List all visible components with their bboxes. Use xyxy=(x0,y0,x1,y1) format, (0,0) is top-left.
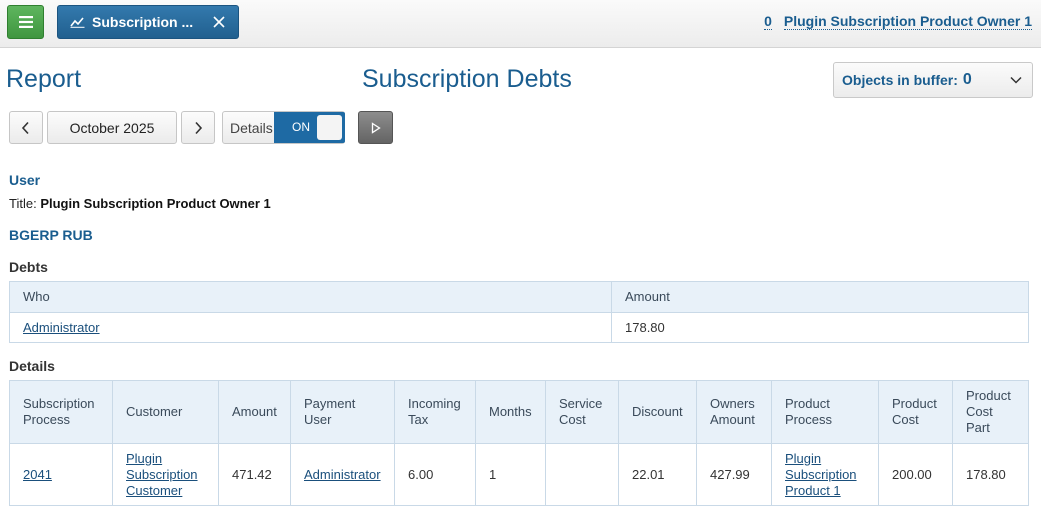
objects-buffer-dropdown[interactable]: Objects in buffer: 0 xyxy=(833,62,1033,98)
details-toggle-group: Details ON xyxy=(222,111,345,144)
title-value: Plugin Subscription Product Owner 1 xyxy=(40,196,271,211)
run-report-button[interactable] xyxy=(358,111,393,144)
column-header: Amount xyxy=(611,281,1029,313)
column-header: Amount xyxy=(218,380,291,444)
column-header: Who xyxy=(9,281,612,313)
amount-cell: 471.42 xyxy=(218,443,291,506)
toggle-knob xyxy=(317,115,342,140)
customer-cell: Plugin Subscription Customer xyxy=(112,443,219,506)
details-toggle[interactable]: ON xyxy=(274,112,345,143)
subscription-process-link[interactable]: 2041 xyxy=(23,467,52,482)
top-bar: Subscription ... 0 Plugin Subscription P… xyxy=(0,0,1041,48)
report-label: Report xyxy=(6,65,82,93)
months-cell: 1 xyxy=(475,443,546,506)
buffer-count: 0 xyxy=(962,71,972,88)
subscription-process-cell: 2041 xyxy=(9,443,113,506)
tab-subscription-debts[interactable]: Subscription ... xyxy=(57,5,239,39)
debts-table: Who Amount Administrator 178.80 xyxy=(9,281,1029,343)
column-header: Incoming Tax xyxy=(394,380,476,444)
table-row: Administrator 178.80 xyxy=(9,312,1029,343)
chevron-down-icon xyxy=(1010,76,1022,84)
close-icon[interactable] xyxy=(212,15,226,29)
currency-heading: BGERP RUB xyxy=(9,227,93,243)
current-user-link[interactable]: Plugin Subscription Product Owner 1 xyxy=(783,13,1032,30)
column-header: Customer xyxy=(112,380,219,444)
column-header: Product Process xyxy=(771,380,879,444)
payment-user-cell: Administrator xyxy=(290,443,395,506)
column-header: Product Cost xyxy=(878,380,953,444)
product-process-cell: Plugin Subscription Product 1 xyxy=(771,443,879,506)
hamburger-icon xyxy=(18,16,33,28)
chart-line-icon xyxy=(70,17,85,28)
next-month-button[interactable] xyxy=(181,111,215,144)
column-header: Subscription Process xyxy=(9,380,113,444)
previous-month-button[interactable] xyxy=(9,111,43,144)
buffer-label: Objects in buffer: xyxy=(842,72,958,88)
column-header: Months xyxy=(475,380,546,444)
toggle-state: ON xyxy=(292,120,310,134)
table-row: 2041 Plugin Subscription Customer 471.42… xyxy=(9,443,1029,506)
column-header: Owners Amount xyxy=(696,380,772,444)
top-right-user-area: 0 Plugin Subscription Product Owner 1 xyxy=(764,13,1032,30)
chevron-left-icon xyxy=(21,121,29,134)
column-header: Service Cost xyxy=(545,380,619,444)
month-selector[interactable]: October 2025 xyxy=(47,111,177,144)
table-header-row: Who Amount xyxy=(9,281,1029,313)
column-header: Product Cost Part xyxy=(952,380,1029,444)
product-process-link[interactable]: Plugin Subscription Product 1 xyxy=(785,451,857,498)
payment-user-link[interactable]: Administrator xyxy=(304,467,381,482)
debt-who-cell: Administrator xyxy=(9,312,612,343)
page-title: Subscription Debts xyxy=(362,65,572,93)
play-icon xyxy=(371,121,381,134)
details-table: Subscription Process Customer Amount Pay… xyxy=(9,380,1029,506)
user-title-line: Title: Plugin Subscription Product Owner… xyxy=(9,196,271,211)
user-section-heading: User xyxy=(9,172,41,188)
product-cost-cell: 200.00 xyxy=(878,443,953,506)
details-heading: Details xyxy=(9,358,55,374)
customer-link[interactable]: Plugin Subscription Customer xyxy=(126,451,198,498)
title-prefix: Title: xyxy=(9,196,37,211)
debt-amount-cell: 178.80 xyxy=(611,312,1029,343)
table-header-row: Subscription Process Customer Amount Pay… xyxy=(9,380,1029,444)
debts-heading: Debts xyxy=(9,259,48,275)
service-cost-cell xyxy=(545,443,619,506)
menu-button[interactable] xyxy=(7,5,44,39)
who-link[interactable]: Administrator xyxy=(23,320,100,335)
details-label: Details xyxy=(230,120,273,136)
incoming-tax-cell: 6.00 xyxy=(394,443,476,506)
news-count-link[interactable]: 0 xyxy=(764,13,772,30)
product-cost-part-cell: 178.80 xyxy=(952,443,1029,506)
column-header: Payment User xyxy=(290,380,395,444)
tab-label: Subscription ... xyxy=(92,14,194,30)
chevron-right-icon xyxy=(195,121,203,134)
owners-amount-cell: 427.99 xyxy=(696,443,772,506)
column-header: Discount xyxy=(618,380,697,444)
discount-cell: 22.01 xyxy=(618,443,697,506)
